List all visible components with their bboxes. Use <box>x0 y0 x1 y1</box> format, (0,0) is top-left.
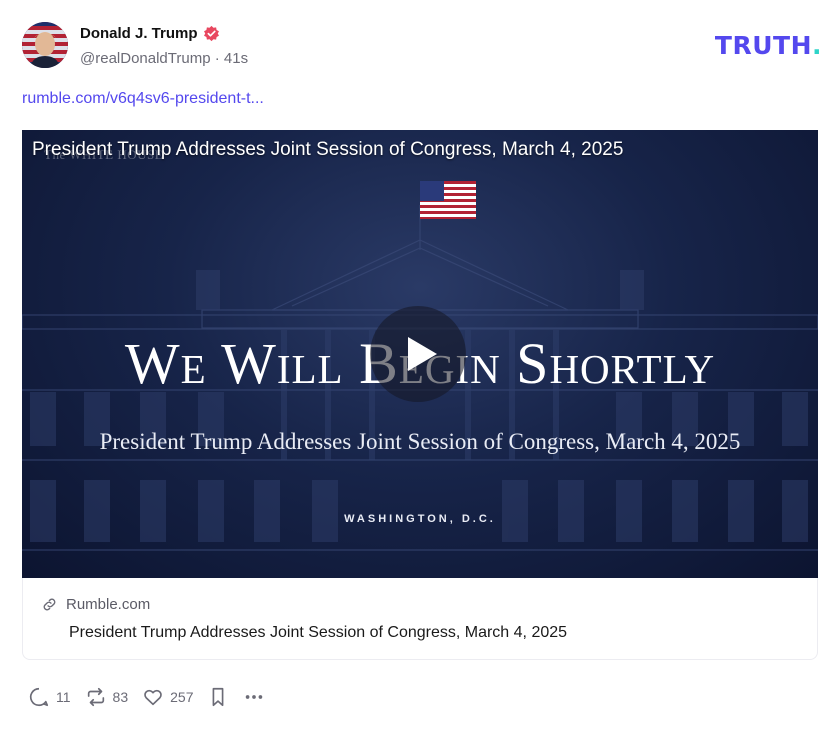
post-actions: 11 83 257 <box>28 684 279 710</box>
flag-icon <box>420 181 476 219</box>
retruth-count: 83 <box>112 689 129 705</box>
play-icon <box>408 337 437 371</box>
like-count: 257 <box>170 689 194 705</box>
reply-count: 11 <box>56 689 71 705</box>
author-name-row: Donald J. Trump <box>80 25 220 42</box>
like-icon <box>144 689 162 706</box>
card-title: President Trump Addresses Joint Session … <box>69 624 568 641</box>
video-player[interactable]: The WHITE HOUSE President Trump Addresse… <box>22 130 818 578</box>
bookmark-button[interactable] <box>207 686 229 708</box>
retruth-icon <box>87 687 104 707</box>
card-source-label: Rumble.com <box>66 596 151 613</box>
logo-dot: . <box>812 31 822 60</box>
reply-button[interactable]: 11 <box>28 686 71 708</box>
logo-text: TRUTH <box>714 31 812 60</box>
reply-icon <box>29 687 49 707</box>
video-location: WASHINGTON, D.C. <box>344 513 496 525</box>
truth-logo[interactable]: TRUTH. <box>715 31 822 60</box>
verified-badge-icon <box>203 25 220 42</box>
more-button[interactable] <box>243 686 265 708</box>
play-button[interactable] <box>370 306 466 402</box>
post-header: Donald J. Trump @realDonaldTrump · 41s T… <box>22 22 822 70</box>
video-subline: President Trump Addresses Joint Session … <box>99 429 741 454</box>
retruth-button[interactable]: 83 <box>85 686 129 708</box>
like-button[interactable]: 257 <box>142 686 193 708</box>
handle-and-time[interactable]: @realDonaldTrump · 41s <box>80 50 248 67</box>
bookmark-icon <box>213 687 224 707</box>
avatar[interactable] <box>22 22 68 68</box>
card-source: Rumble.com <box>41 596 150 613</box>
more-icon <box>246 695 263 699</box>
video-overlay-title: President Trump Addresses Joint Session … <box>32 139 624 160</box>
link-preview-card[interactable]: Rumble.com President Trump Addresses Joi… <box>22 578 818 660</box>
link-icon <box>43 598 56 611</box>
post-link[interactable]: rumble.com/v6q4sv6-president-t... <box>22 90 264 108</box>
display-name[interactable]: Donald J. Trump <box>80 25 198 42</box>
